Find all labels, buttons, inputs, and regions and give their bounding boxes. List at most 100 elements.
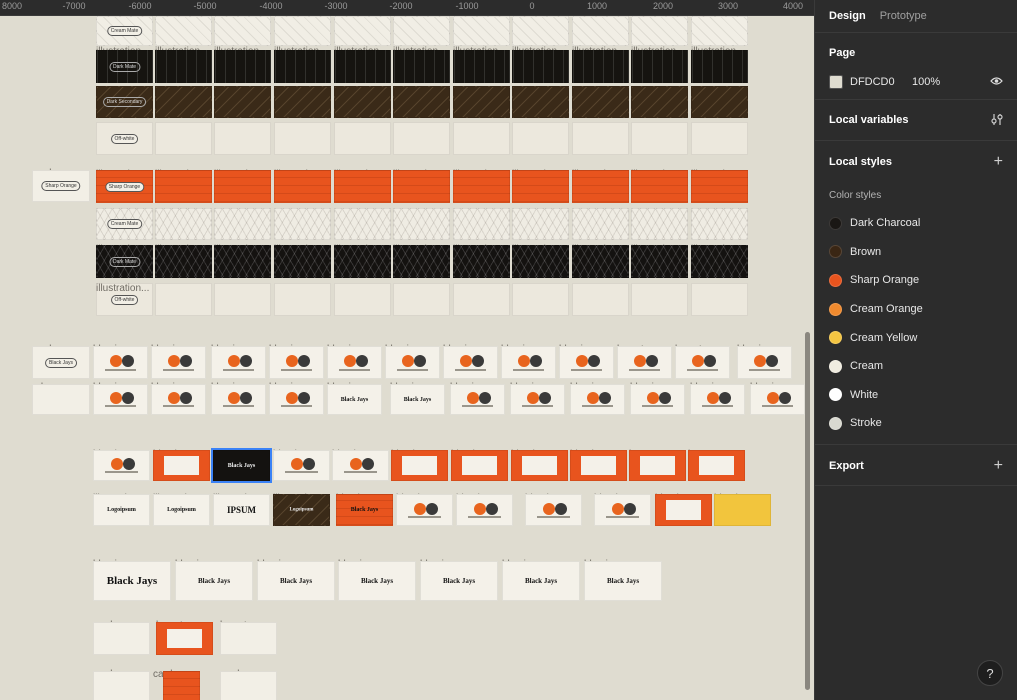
- frame-thumbnail[interactable]: [572, 16, 629, 46]
- color-style-item[interactable]: Cream: [829, 352, 1003, 381]
- frame-thumbnail[interactable]: [631, 208, 688, 240]
- frame-thumbnail[interactable]: [512, 245, 569, 278]
- frame-thumbnail[interactable]: [617, 346, 672, 379]
- frame-thumbnail[interactable]: [393, 122, 450, 155]
- frame-thumbnail[interactable]: Sharp Orange: [96, 170, 153, 203]
- frame-thumbnail[interactable]: [572, 122, 629, 155]
- frame-thumbnail[interactable]: [453, 86, 510, 118]
- frame-thumbnail[interactable]: [214, 86, 271, 118]
- frame-thumbnail[interactable]: [220, 622, 277, 655]
- frame-thumbnail[interactable]: [163, 671, 200, 700]
- frame-thumbnail[interactable]: [93, 346, 148, 379]
- frame-thumbnail[interactable]: [691, 208, 748, 240]
- frame-thumbnail[interactable]: [211, 384, 266, 415]
- frame-thumbnail[interactable]: [393, 170, 450, 203]
- frame-thumbnail[interactable]: [153, 450, 210, 481]
- frame-thumbnail[interactable]: [274, 16, 331, 46]
- frame-thumbnail[interactable]: [155, 170, 212, 203]
- tab-prototype[interactable]: Prototype: [880, 10, 927, 22]
- frame-thumbnail[interactable]: [691, 283, 748, 316]
- frame-thumbnail[interactable]: [453, 122, 510, 155]
- frame-thumbnail[interactable]: [214, 283, 271, 316]
- frame-thumbnail[interactable]: [151, 346, 206, 379]
- frame-thumbnail[interactable]: [691, 50, 748, 83]
- add-export-icon[interactable]: +: [994, 458, 1003, 474]
- frame-thumbnail[interactable]: [450, 384, 505, 415]
- frame-thumbnail[interactable]: [93, 450, 150, 481]
- sliders-icon[interactable]: [991, 113, 1003, 128]
- frame-thumbnail[interactable]: Logoipsum: [153, 494, 210, 526]
- frame-thumbnail[interactable]: [332, 450, 389, 481]
- frame-thumbnail[interactable]: [512, 86, 569, 118]
- frame-thumbnail[interactable]: [501, 346, 556, 379]
- frame-thumbnail[interactable]: [688, 450, 745, 481]
- frame-thumbnail[interactable]: [269, 384, 324, 415]
- frame-thumbnail[interactable]: [334, 170, 391, 203]
- frame-thumbnail[interactable]: [155, 245, 212, 278]
- frame-thumbnail[interactable]: [334, 208, 391, 240]
- frame-thumbnail[interactable]: [334, 50, 391, 83]
- frame-thumbnail[interactable]: [631, 245, 688, 278]
- frame-thumbnail[interactable]: Logoipsum: [273, 494, 330, 526]
- frame-thumbnail[interactable]: Black Jays: [257, 561, 335, 601]
- frame-thumbnail[interactable]: Black Jays: [420, 561, 498, 601]
- frame-thumbnail[interactable]: [512, 170, 569, 203]
- frame-thumbnail[interactable]: [631, 170, 688, 203]
- frame-thumbnail[interactable]: [631, 86, 688, 118]
- local-variables-title[interactable]: Local variables: [829, 114, 909, 126]
- frame-thumbnail[interactable]: [456, 494, 513, 526]
- eye-icon[interactable]: [990, 73, 1003, 91]
- frame-thumbnail[interactable]: [572, 208, 629, 240]
- frame-thumbnail[interactable]: Black Jays: [502, 561, 580, 601]
- frame-thumbnail[interactable]: [274, 245, 331, 278]
- frame-thumbnail[interactable]: [512, 50, 569, 83]
- page-color-hex[interactable]: DFDCD0: [850, 76, 910, 88]
- frame-thumbnail[interactable]: [334, 245, 391, 278]
- frame-thumbnail[interactable]: [155, 122, 212, 155]
- frame-thumbnail[interactable]: [570, 384, 625, 415]
- frame-thumbnail[interactable]: [629, 450, 686, 481]
- frame-thumbnail[interactable]: [714, 494, 771, 526]
- frame-thumbnail[interactable]: [274, 208, 331, 240]
- frame-thumbnail[interactable]: [393, 283, 450, 316]
- tab-design[interactable]: Design: [829, 10, 866, 22]
- frame-thumbnail[interactable]: [691, 245, 748, 278]
- frame-thumbnail[interactable]: [155, 283, 212, 316]
- frame-thumbnail[interactable]: [391, 450, 448, 481]
- frame-thumbnail[interactable]: Sharp Orange: [32, 170, 90, 202]
- page-color-swatch[interactable]: [829, 75, 843, 89]
- add-style-icon[interactable]: +: [994, 154, 1003, 170]
- frame-thumbnail[interactable]: [274, 50, 331, 83]
- frame-thumbnail[interactable]: [156, 622, 213, 655]
- frame-thumbnail[interactable]: [151, 384, 206, 415]
- frame-thumbnail[interactable]: [512, 16, 569, 46]
- frame-thumbnail[interactable]: Black Jays: [175, 561, 253, 601]
- frame-thumbnail[interactable]: [214, 50, 271, 83]
- frame-thumbnail[interactable]: [631, 122, 688, 155]
- frame-thumbnail[interactable]: [512, 122, 569, 155]
- frame-thumbnail[interactable]: Cream Mate: [96, 16, 153, 46]
- frame-thumbnail[interactable]: [453, 208, 510, 240]
- frame-thumbnail[interactable]: [570, 450, 627, 481]
- frame-thumbnail[interactable]: [512, 208, 569, 240]
- frame-thumbnail[interactable]: Black Jays: [211, 448, 272, 483]
- frame-thumbnail[interactable]: [750, 384, 805, 415]
- frame-thumbnail[interactable]: [631, 50, 688, 83]
- frame-label[interactable]: illustration...: [96, 283, 153, 295]
- frame-thumbnail[interactable]: [511, 450, 568, 481]
- frame-thumbnail[interactable]: [631, 16, 688, 46]
- frame-thumbnail[interactable]: [93, 622, 150, 655]
- help-button[interactable]: ?: [977, 660, 1003, 686]
- page-fill-row[interactable]: DFDCD0 100%: [829, 73, 1003, 91]
- color-style-item[interactable]: Cream Yellow: [829, 323, 1003, 352]
- frame-thumbnail[interactable]: [274, 122, 331, 155]
- frame-thumbnail[interactable]: [214, 122, 271, 155]
- color-style-item[interactable]: White: [829, 381, 1003, 410]
- frame-thumbnail[interactable]: Dark Mate: [96, 50, 153, 83]
- frame-thumbnail[interactable]: [691, 86, 748, 118]
- frame-thumbnail[interactable]: [211, 346, 266, 379]
- frame-thumbnail[interactable]: [155, 16, 212, 46]
- frame-thumbnail[interactable]: [273, 450, 330, 481]
- frame-thumbnail[interactable]: [559, 346, 614, 379]
- frame-thumbnail[interactable]: [453, 283, 510, 316]
